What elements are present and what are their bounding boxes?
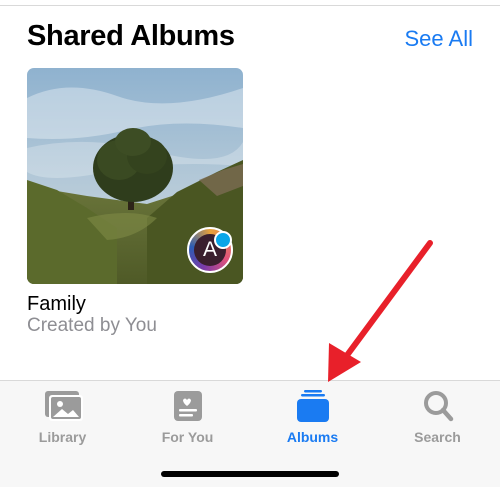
top-divider <box>0 5 500 6</box>
for-you-icon <box>174 391 202 421</box>
tab-label-search: Search <box>414 429 461 445</box>
tab-bar: Library For You Albums Search <box>0 380 500 487</box>
search-icon <box>424 391 454 422</box>
tab-label-for-you: For You <box>161 429 214 445</box>
home-indicator[interactable] <box>161 471 339 477</box>
tab-search[interactable]: Search <box>375 381 500 451</box>
tab-label-albums: Albums <box>286 429 339 445</box>
tab-for-you[interactable]: For You <box>125 381 250 451</box>
tab-label-library: Library <box>38 429 87 445</box>
album-title[interactable]: Family <box>27 293 86 316</box>
albums-icon <box>297 390 329 422</box>
tab-library[interactable]: Library <box>0 381 125 451</box>
see-all-button[interactable]: See All <box>405 26 474 52</box>
photo-library-icon <box>45 391 83 421</box>
album-subtitle: Created by You <box>27 315 157 336</box>
photos-app-screen: Shared Albums See All A Family Created b… <box>0 0 500 487</box>
tab-albums[interactable]: Albums <box>250 381 375 451</box>
shared-indicator-dot <box>214 231 232 249</box>
section-title: Shared Albums <box>27 20 235 52</box>
